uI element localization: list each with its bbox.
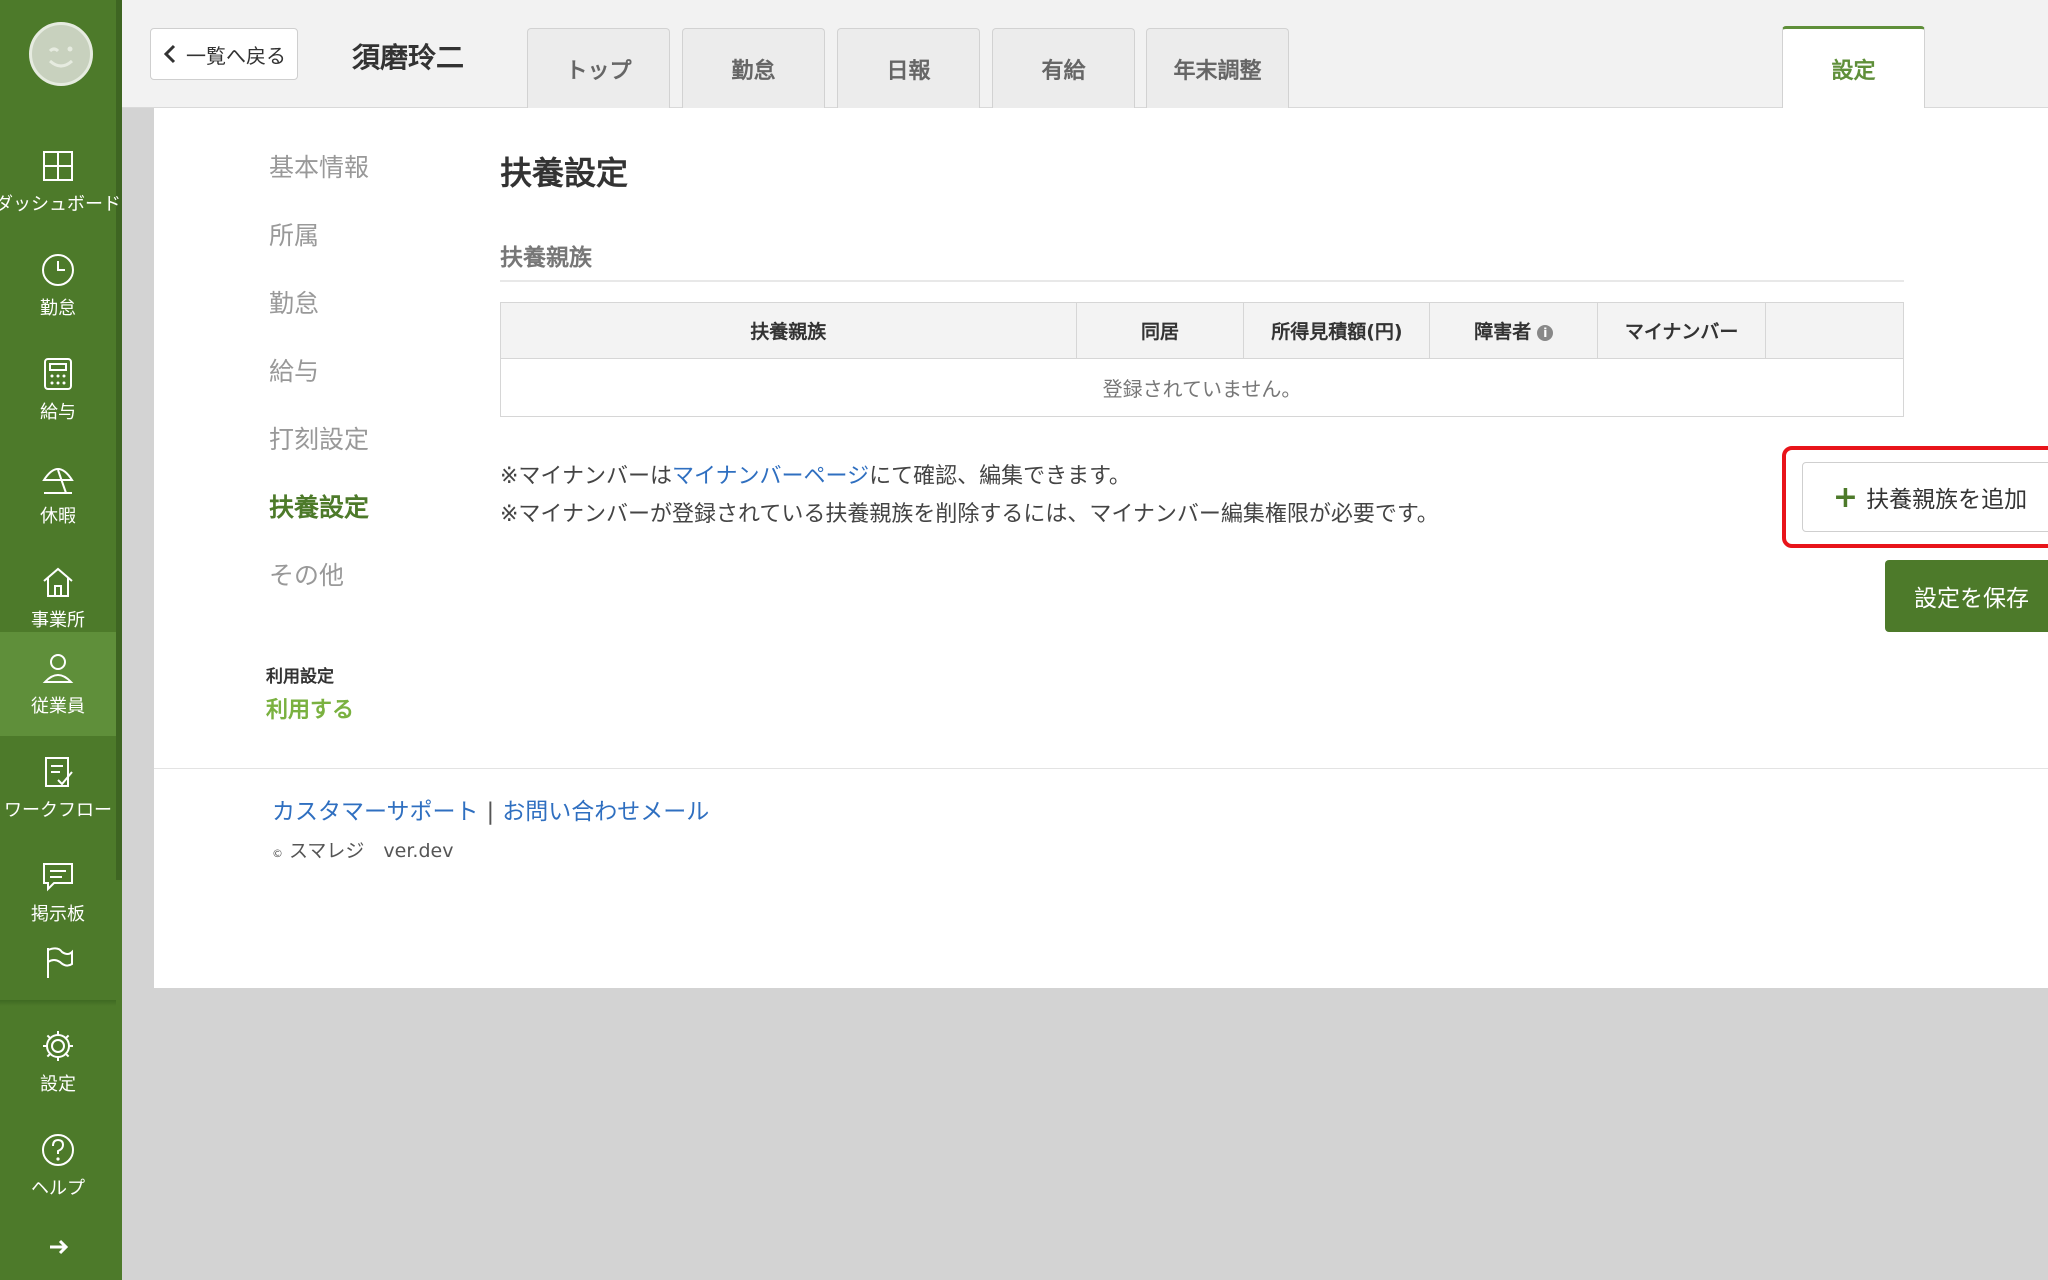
copyright-text: スマレジ ver.dev [289, 840, 454, 862]
tab-top[interactable]: トップ [527, 28, 670, 108]
sidebar-item-label: 掲示板 [31, 904, 85, 925]
column-header-dependent: 扶養親族 [500, 302, 1077, 359]
employee-name: 須磨玲二 [352, 41, 465, 74]
column-header-estimated-income: 所得見積額(円) [1243, 302, 1431, 359]
sidebar-divider [0, 1000, 116, 1006]
sidebar-item-label: 設定 [40, 1074, 76, 1095]
sidebar-item-label: 給与 [40, 402, 76, 423]
notes: ※マイナンバーはマイナンバーページにて確認、編集できます。 ※マイナンバーが登録… [500, 458, 1439, 534]
note1-prefix: ※マイナンバーは [500, 464, 672, 489]
help-icon [42, 1134, 74, 1166]
note1-suffix: にて確認、編集できます。 [869, 464, 1131, 489]
sidebar-scrollbar[interactable] [116, 0, 122, 880]
sidebar-item-label: ヘルプ [31, 1178, 85, 1199]
subnav-item-basic-info[interactable]: 基本情報 [269, 148, 449, 216]
my-number-page-link[interactable]: マイナンバーページ [672, 464, 869, 489]
subnav-item-attendance[interactable]: 勤怠 [269, 284, 449, 352]
sidebar-item-attendance[interactable]: 勤怠 [0, 234, 116, 338]
back-to-list-button[interactable]: 一覧へ戻る [150, 28, 298, 80]
sidebar-item-label: ダッシュボード [0, 194, 121, 215]
clock-icon [42, 254, 74, 286]
column-header-actions [1765, 302, 1904, 359]
sidebar-item-employees[interactable]: 従業員 [0, 632, 116, 736]
subnav-item-dependents[interactable]: 扶養設定 [269, 488, 449, 556]
sidebar-item-settings[interactable]: 設定 [0, 1010, 116, 1114]
tab-settings[interactable]: 設定 [1782, 26, 1925, 109]
sidebar-item-workflow[interactable]: ワークフロー [0, 736, 116, 840]
sidebar-item-help[interactable]: ヘルプ [0, 1114, 116, 1218]
settings-subnav: 基本情報 所属 勤怠 給与 打刻設定 扶養設定 その他 [269, 148, 449, 624]
tab-year-end-adjustment[interactable]: 年末調整 [1146, 28, 1289, 108]
smiley-icon [48, 46, 74, 68]
table-row: 登録されていません。 [500, 358, 1904, 417]
note-my-number-page: ※マイナンバーはマイナンバーページにて確認、編集できます。 [500, 458, 1439, 496]
sidebar-item-label: 休暇 [40, 506, 76, 527]
page-title: 扶養設定 [500, 154, 629, 192]
dependents-table: 扶養親族 同居 所得見積額(円) 障害者 i マイナンバー 登録されていません。 [500, 302, 1904, 417]
dashboard-icon [43, 151, 73, 181]
add-dependent-button[interactable]: + 扶養親族を追加 [1802, 462, 2048, 532]
sidebar-item-label: 従業員 [31, 696, 85, 717]
person-icon [42, 654, 74, 683]
info-icon[interactable]: i [1537, 324, 1554, 341]
table-header-row: 扶養親族 同居 所得見積額(円) 障害者 i マイナンバー [500, 302, 1904, 359]
section-divider [500, 280, 1904, 282]
add-dependent-label: 扶養親族を追加 [1866, 487, 2028, 513]
footer-divider [154, 768, 2048, 769]
gear-icon [43, 1031, 73, 1061]
message-icon [43, 863, 73, 892]
sidebar-item-label: ワークフロー [4, 800, 112, 821]
column-header-my-number: マイナンバー [1597, 302, 1767, 359]
subnav-item-affiliation[interactable]: 所属 [269, 216, 449, 284]
umbrella-icon [42, 468, 74, 494]
footer-links: カスタマーサポート | お問い合わせメール [272, 792, 709, 826]
section-title: 扶養親族 [500, 245, 592, 271]
usage-setting-value[interactable]: 利用する [266, 692, 354, 724]
checklist-icon [45, 757, 73, 787]
empty-table-message: 登録されていません。 [500, 358, 1904, 417]
sidebar: ダッシュボード 勤怠 給与 休暇 事業所 従業員 ワークフロー 掲示板 設定 ヘ… [0, 0, 122, 1280]
sidebar-item-label: 勤怠 [40, 298, 76, 319]
sidebar-item-flag[interactable] [0, 944, 116, 1000]
chevron-left-icon [163, 44, 176, 64]
note-delete-permission: ※マイナンバーが登録されている扶養親族を削除するには、マイナンバー編集権限が必要… [500, 502, 1439, 527]
sidebar-item-dashboard[interactable]: ダッシュボード [0, 130, 121, 234]
save-settings-button[interactable]: 設定を保存 [1885, 560, 2048, 632]
column-header-cohabitation: 同居 [1075, 302, 1245, 359]
home-icon [43, 567, 73, 597]
usage-setting-label: 利用設定 [266, 667, 334, 687]
tab-paid-leave[interactable]: 有給 [992, 28, 1135, 108]
column-header-disability: 障害者 i [1429, 302, 1599, 359]
back-button-label: 一覧へ戻る [186, 43, 286, 68]
footer-separator: | [486, 799, 495, 825]
customer-support-link[interactable]: カスタマーサポート [272, 799, 479, 825]
copyright: © スマレジ ver.dev [272, 836, 453, 863]
employee-header: 一覧へ戻る 須磨玲二 トップ 勤怠 日報 有給 年末調整 設定 [122, 0, 2048, 109]
main-content: 基本情報 所属 勤怠 給与 打刻設定 扶養設定 その他 利用設定 利用する 扶養… [154, 108, 2048, 988]
sidebar-item-bulletin[interactable]: 掲示板 [0, 840, 116, 944]
sidebar-item-label: 事業所 [31, 610, 85, 631]
contact-mail-link[interactable]: お問い合わせメール [502, 799, 709, 825]
subnav-item-clock-settings[interactable]: 打刻設定 [269, 420, 449, 488]
expand-arrow-icon[interactable] [44, 1232, 74, 1262]
sidebar-item-leave[interactable]: 休暇 [0, 442, 116, 546]
flag-icon [47, 947, 73, 978]
sidebar-item-payroll[interactable]: 給与 [0, 338, 116, 442]
calculator-icon [44, 358, 72, 390]
subnav-item-salary[interactable]: 給与 [269, 352, 449, 420]
subnav-item-other[interactable]: その他 [269, 556, 449, 624]
tab-attendance[interactable]: 勤怠 [682, 28, 825, 108]
disability-header-label: 障害者 [1474, 321, 1532, 343]
copyright-mark: © [272, 847, 283, 860]
avatar[interactable] [29, 22, 93, 86]
tab-daily-report[interactable]: 日報 [837, 28, 980, 108]
plus-icon: + [1832, 479, 1859, 515]
